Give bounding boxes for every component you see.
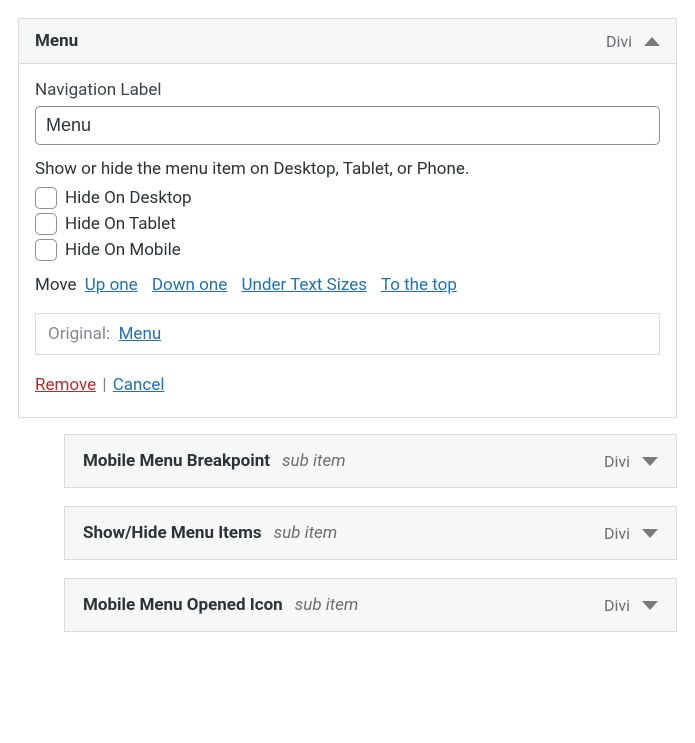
hide-mobile-checkbox[interactable] (35, 239, 57, 261)
action-separator: | (102, 375, 106, 395)
move-row: Move Up one Down one Under Text Sizes To… (35, 275, 660, 295)
sub-item-title-wrap: Mobile Menu Opened Icon sub item (83, 595, 604, 615)
visibility-description: Show or hide the menu item on Desktop, T… (35, 159, 660, 179)
menu-item-header[interactable]: Menu Divi (19, 19, 676, 64)
menu-item-type-label: Divi (606, 32, 632, 51)
original-box: Original: Menu (35, 313, 660, 355)
sub-item-badge: sub item (295, 595, 359, 615)
original-link[interactable]: Menu (119, 324, 162, 344)
actions-row: Remove | Cancel (35, 375, 660, 395)
hide-mobile-row[interactable]: Hide On Mobile (35, 239, 660, 261)
hide-tablet-row[interactable]: Hide On Tablet (35, 213, 660, 235)
sub-item-title-wrap: Show/Hide Menu Items sub item (83, 523, 604, 543)
sub-item-header[interactable]: Mobile Menu Opened Icon sub item Divi (65, 579, 676, 631)
hide-tablet-label: Hide On Tablet (65, 214, 176, 234)
sub-items-container: Mobile Menu Breakpoint sub item Divi Sho… (64, 434, 677, 632)
sub-item-type-label: Divi (604, 452, 630, 471)
hide-mobile-label: Hide On Mobile (65, 240, 181, 260)
expand-arrow-icon[interactable] (642, 601, 658, 610)
move-under-link[interactable]: Under Text Sizes (241, 275, 367, 295)
hide-tablet-checkbox[interactable] (35, 213, 57, 235)
move-label: Move (35, 275, 77, 295)
sub-item-showhide: Show/Hide Menu Items sub item Divi (64, 506, 677, 560)
sub-item-type-label: Divi (604, 524, 630, 543)
nav-label-caption: Navigation Label (35, 80, 660, 100)
hide-desktop-label: Hide On Desktop (65, 188, 192, 208)
sub-item-badge: sub item (282, 451, 346, 471)
move-down-one-link[interactable]: Down one (152, 275, 227, 295)
cancel-link[interactable]: Cancel (113, 375, 165, 395)
sub-item-header[interactable]: Mobile Menu Breakpoint sub item Divi (65, 435, 676, 487)
sub-item-title: Mobile Menu Opened Icon (83, 595, 283, 615)
hide-desktop-row[interactable]: Hide On Desktop (35, 187, 660, 209)
original-label: Original: (48, 324, 110, 344)
sub-item-badge: sub item (274, 523, 338, 543)
sub-item-opened-icon: Mobile Menu Opened Icon sub item Divi (64, 578, 677, 632)
sub-item-header[interactable]: Show/Hide Menu Items sub item Divi (65, 507, 676, 559)
remove-link[interactable]: Remove (35, 375, 96, 395)
sub-item-breakpoint: Mobile Menu Breakpoint sub item Divi (64, 434, 677, 488)
menu-item-body: Navigation Label Show or hide the menu i… (19, 64, 676, 417)
nav-label-field: Navigation Label (35, 80, 660, 145)
move-up-one-link[interactable]: Up one (85, 275, 138, 295)
sub-item-title: Mobile Menu Breakpoint (83, 451, 270, 471)
collapse-arrow-icon[interactable] (644, 37, 660, 46)
expand-arrow-icon[interactable] (642, 529, 658, 538)
hide-desktop-checkbox[interactable] (35, 187, 57, 209)
sub-item-title-wrap: Mobile Menu Breakpoint sub item (83, 451, 604, 471)
menu-item-expanded: Menu Divi Navigation Label Show or hide … (18, 18, 677, 418)
sub-item-title: Show/Hide Menu Items (83, 523, 262, 543)
expand-arrow-icon[interactable] (642, 457, 658, 466)
nav-label-input[interactable] (35, 106, 660, 145)
move-to-top-link[interactable]: To the top (381, 275, 457, 295)
menu-item-title: Menu (35, 31, 78, 51)
sub-item-type-label: Divi (604, 596, 630, 615)
